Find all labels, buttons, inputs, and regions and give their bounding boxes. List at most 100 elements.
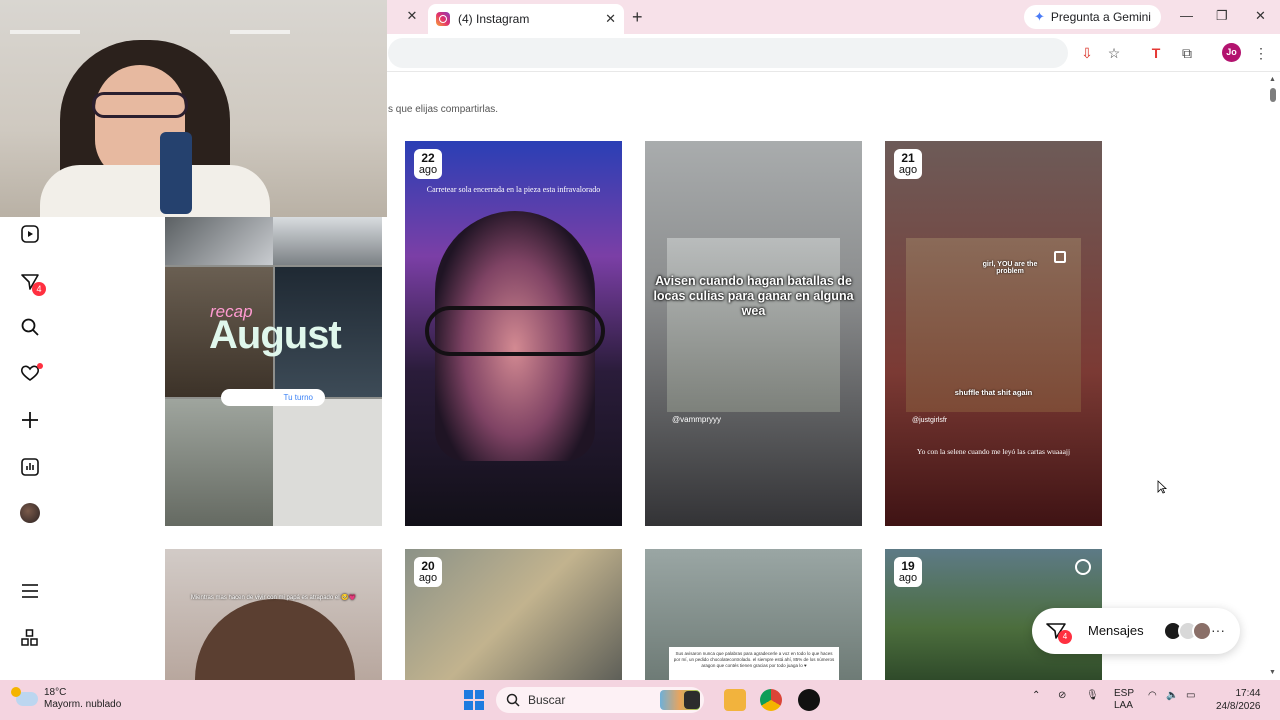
battery-icon[interactable]: ▭ [1186, 690, 1195, 701]
volume-icon[interactable]: 🔈 [1166, 690, 1178, 701]
task-view-icon[interactable] [684, 691, 700, 709]
post-image-part [273, 399, 382, 526]
weather-cloud-icon [11, 687, 38, 706]
weather-widget[interactable]: 18°C Mayorm. nublado [11, 687, 122, 711]
post-title-text: August [209, 313, 342, 357]
extensions-puzzle-icon[interactable]: ⧉ [1178, 44, 1196, 62]
dashboard-icon[interactable] [18, 455, 42, 479]
scroll-up-icon[interactable]: ▲ [1269, 76, 1276, 83]
reels-icon[interactable] [18, 222, 42, 246]
post-handle: @justgirlsfr [912, 417, 948, 424]
post-date-day: 20 [421, 559, 435, 573]
scroll-down-icon[interactable]: ▼ [1269, 669, 1276, 676]
hamburger-menu-icon[interactable] [18, 579, 42, 603]
file-explorer-icon[interactable] [724, 689, 746, 711]
post-date-badge: 21 ago [894, 149, 922, 179]
post-image-part [165, 217, 273, 265]
post-thumbnail[interactable]: Avisen cuando hagan batallas de locas cu… [645, 141, 862, 526]
webcam-part [230, 30, 290, 34]
page-subtitle: s que elijas compartirlas. [388, 104, 499, 115]
app-icon[interactable] [798, 689, 820, 711]
post-date-day: 22 [421, 151, 435, 165]
tab-instagram[interactable]: (4) Instagram ✕ [428, 4, 624, 34]
bookmark-star-icon[interactable]: ☆ [1105, 44, 1123, 62]
post-handle: @vammpryyy [672, 415, 722, 424]
webcam-overlay [0, 0, 387, 217]
webcam-part [10, 30, 80, 34]
tray-overflow-icon[interactable]: ⌃ [1032, 690, 1040, 701]
post-thumbnail[interactable]: Mientras mas hacen de vivir con mi papá … [165, 549, 382, 680]
windows-start-icon[interactable] [464, 690, 484, 710]
post-thumbnail[interactable]: 20 ago [405, 549, 622, 680]
post-image-part [195, 599, 355, 680]
taskbar-clock[interactable]: 17:44 24/8/2026 [1216, 687, 1261, 713]
post-image-part [273, 217, 382, 265]
clock-time: 17:44 [1235, 688, 1261, 699]
taskbar-search[interactable]: Buscar [496, 687, 704, 713]
gemini-icon: ✦ [1034, 9, 1045, 24]
post-thumbnail[interactable]: Sus avisaron nunca que palabras para agr… [645, 549, 862, 680]
sun-icon [11, 687, 21, 697]
profile-avatar[interactable]: Jo [1222, 43, 1241, 62]
scrollbar-thumb[interactable] [1270, 88, 1276, 102]
close-tab-icon[interactable]: ✕ [605, 11, 616, 27]
post-image-part [667, 238, 840, 412]
post-caption: Mientras mas hacen de vivir con mi papá … [190, 595, 357, 601]
close-tab-icon[interactable]: ✕ [404, 8, 420, 24]
post-overlay-text: shuffle that shit again [954, 388, 1033, 397]
webcam-part [160, 132, 192, 214]
instagram-favicon-icon [436, 12, 450, 26]
activity-dot [37, 363, 43, 369]
post-overlay-text: Avisen cuando hagan batallas de locas cu… [653, 274, 854, 318]
apps-grid-icon[interactable] [18, 626, 42, 650]
microphone-icon[interactable]: 🎙 [1086, 690, 1099, 701]
post-date-day: 21 [901, 151, 915, 165]
menu-kebab-icon[interactable]: ⋮ [1252, 44, 1270, 62]
more-icon[interactable]: ··· [1211, 622, 1225, 638]
post-date-badge: 20 ago [414, 557, 442, 587]
post-image-part [165, 399, 273, 526]
wifi-icon[interactable]: ◠ [1148, 690, 1157, 701]
post-image-part [425, 306, 605, 356]
gemini-button[interactable]: ✦ Pregunta a Gemini [1024, 5, 1161, 29]
maximize-button[interactable]: ❐ [1216, 8, 1228, 24]
tab-title: (4) Instagram [458, 12, 530, 26]
weather-description: Mayorm. nublado [44, 699, 122, 710]
camera-off-icon[interactable]: ⊘ [1058, 690, 1066, 701]
post-date-day: 19 [901, 559, 915, 573]
vertical-scrollbar[interactable]: ▲ ▼ [1266, 73, 1280, 680]
post-date-month: ago [418, 572, 438, 584]
keyboard-region[interactable]: LAA [1114, 700, 1134, 712]
extension-icon[interactable]: T [1147, 44, 1165, 62]
post-thumbnail[interactable]: 21 ago girl, YOU are the problem shuffle… [885, 141, 1102, 526]
post-date-month: ago [898, 164, 918, 176]
messages-button[interactable]: 4 Mensajes ··· [1032, 608, 1240, 654]
gemini-label: Pregunta a Gemini [1050, 10, 1151, 24]
notification-badge: 4 [32, 282, 46, 296]
post-overlay-text: girl, YOU are the problem [982, 261, 1038, 275]
post-thumbnail[interactable]: 22 ago Carretear sola encerrada en la pi… [405, 141, 622, 526]
post-date-month: ago [898, 572, 918, 584]
minimize-button[interactable]: — [1180, 8, 1193, 23]
mouse-cursor-icon [1157, 480, 1167, 494]
post-date-badge: 19 ago [894, 557, 922, 587]
post-date-month: ago [418, 164, 438, 176]
post-date-badge: 22 ago [414, 149, 442, 179]
create-plus-icon[interactable] [18, 408, 42, 432]
install-app-icon[interactable]: ⇩ [1078, 44, 1096, 62]
search-icon [506, 693, 520, 707]
keyboard-language[interactable]: ESP [1114, 688, 1134, 700]
address-bar[interactable] [388, 38, 1068, 68]
close-window-button[interactable]: ✕ [1255, 8, 1266, 24]
search-icon[interactable] [18, 315, 42, 339]
weather-temperature: 18°C [44, 687, 67, 698]
clock-date: 24/8/2026 [1216, 701, 1261, 712]
profile-avatar-nav[interactable] [20, 503, 40, 523]
taskbar-search-placeholder: Buscar [528, 693, 566, 707]
chrome-icon[interactable] [760, 689, 782, 711]
post-thumbnail[interactable]: recap August Tu turno [165, 217, 382, 526]
avatar [1192, 621, 1212, 641]
webcam-part [92, 92, 188, 118]
new-tab-button[interactable]: + [632, 7, 643, 28]
reel-icon [1075, 559, 1091, 575]
